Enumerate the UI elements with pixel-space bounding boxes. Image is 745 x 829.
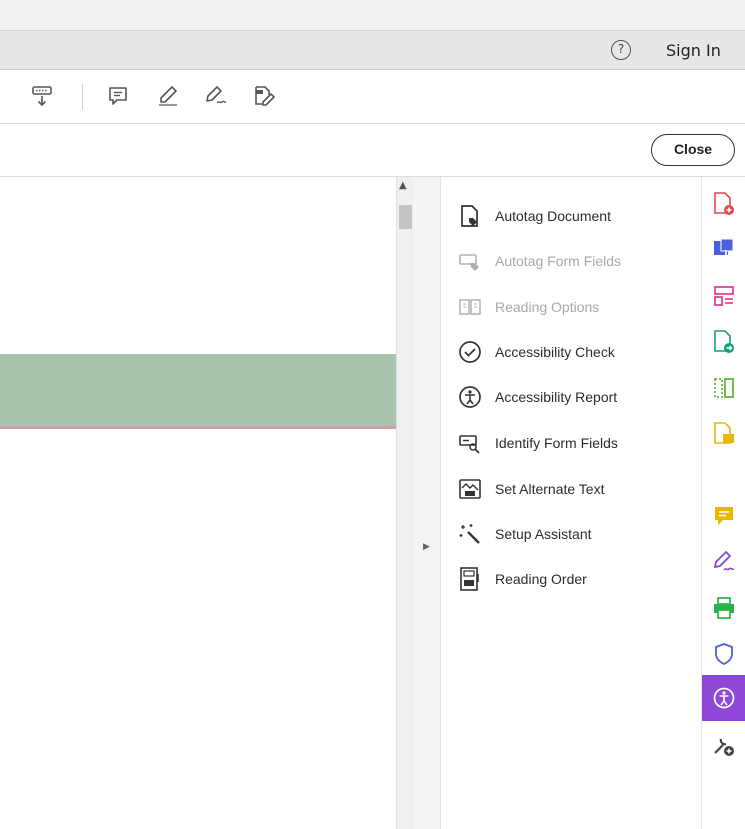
tool-identify-form-fields[interactable]: Identify Form Fields [457,428,618,458]
identify-form-fields-icon [457,430,483,456]
tool-label: Identify Form Fields [495,435,618,451]
tool-autotag-document[interactable]: Autotag Document [457,201,611,231]
tool-label: Reading Options [495,299,600,315]
toolbar [0,70,745,124]
tool-label: Autotag Document [495,208,611,224]
scroll-up-arrow-icon[interactable]: ▲ [399,180,407,191]
sign-icon[interactable] [202,82,230,110]
help-circle-icon[interactable]: ? [611,40,631,60]
tools-rail [701,177,745,829]
tool-set-alternate-text[interactable]: Set Alternate Text [457,474,604,504]
scroll-thumb[interactable] [399,205,412,229]
tool-setup-assistant[interactable]: Setup Assistant [457,519,592,549]
document-rule-line [0,426,396,429]
tool-label: Accessibility Check [495,344,615,360]
fill-sign-icon[interactable] [702,539,745,585]
tool-label: Reading Order [495,571,587,587]
tool-accessibility-check[interactable]: Accessibility Check [457,337,615,367]
tool-accessibility-report[interactable]: Accessibility Report [457,382,617,412]
page-display-icon[interactable] [28,82,56,110]
accessibility-icon[interactable] [702,675,745,721]
toolbar-divider [82,84,83,110]
reading-order-icon [457,566,483,592]
collapse-arrow-icon[interactable]: ▶ [423,542,430,552]
compare-icon[interactable] [702,365,745,411]
autotag-document-icon [457,203,483,229]
alternate-text-icon [457,476,483,502]
document-green-band [0,354,396,426]
tool-label: Setup Assistant [495,526,592,542]
menu-bar: ? Sign In [0,30,745,70]
vertical-scrollbar[interactable]: ▲ [396,177,413,829]
accessibility-tools-panel: Autotag Document Autotag Form Fields Rea… [441,177,701,829]
close-button[interactable]: Close [651,134,735,166]
more-tools-icon[interactable] [702,723,745,769]
tool-label: Accessibility Report [495,389,618,405]
export-pdf-icon[interactable] [702,227,745,273]
reading-options-icon [457,294,483,320]
document-view[interactable] [0,177,396,829]
send-pdf-icon[interactable] [702,319,745,365]
comment-icon[interactable] [702,493,745,539]
comment-pdf-icon[interactable] [702,411,745,457]
print-production-icon[interactable] [702,585,745,631]
accessibility-person-icon [457,384,483,410]
tool-label: Set Alternate Text [495,481,605,497]
tool-header-bar: Close [0,124,745,177]
tool-label: Autotag Form Fields [495,253,622,269]
organize-pages-icon[interactable] [702,273,745,319]
window-top-strip [0,0,745,30]
highlight-pen-icon[interactable] [154,82,182,110]
check-circle-icon [457,339,483,365]
sign-in-link[interactable]: Sign In [666,41,721,60]
comment-icon[interactable] [104,82,132,110]
tool-reading-options[interactable]: Reading Options [457,292,599,322]
panel-collapse-strip[interactable]: ▶ [413,177,441,829]
tool-autotag-form-fields[interactable]: Autotag Form Fields [457,246,621,276]
magic-wand-icon [457,521,483,547]
edit-tag-icon[interactable] [250,82,278,110]
protect-shield-icon[interactable] [702,631,745,677]
tool-reading-order[interactable]: Reading Order [457,564,587,594]
autotag-form-fields-icon [457,248,483,274]
create-pdf-icon[interactable] [702,181,745,227]
